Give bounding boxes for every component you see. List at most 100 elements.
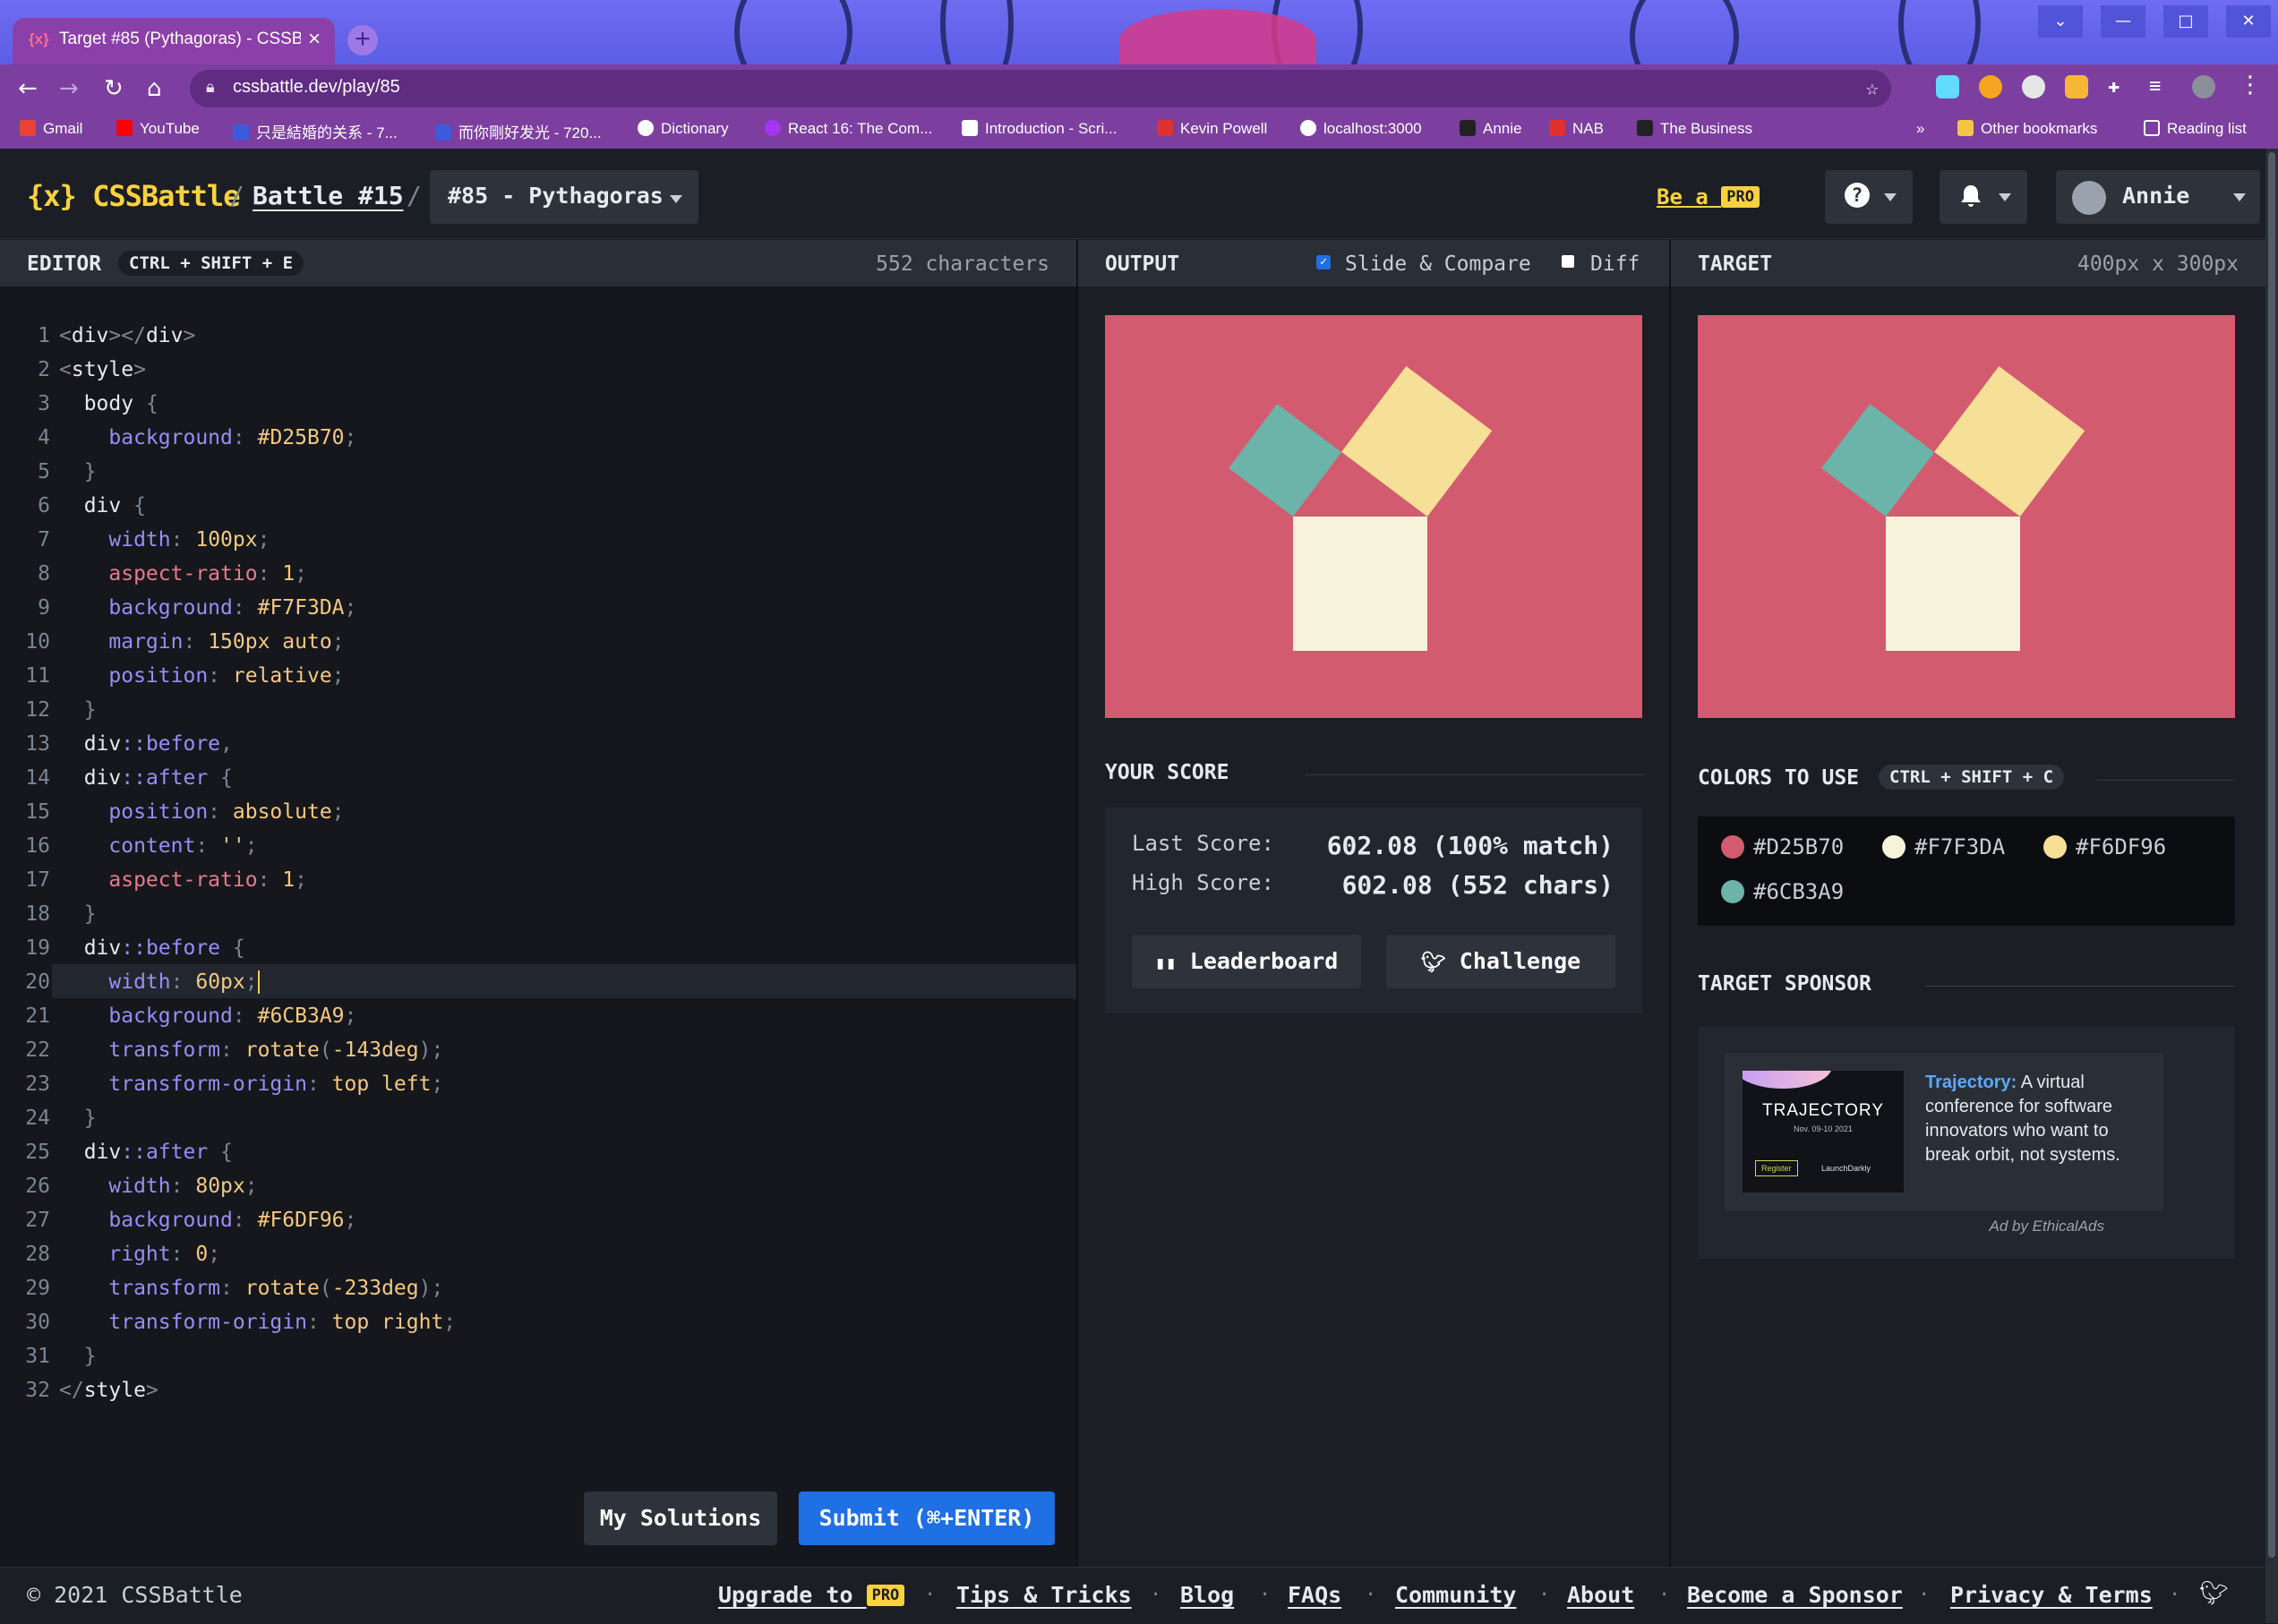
line-number: 26 bbox=[25, 1175, 50, 1198]
reading-list-button[interactable]: Reading list bbox=[2144, 120, 2247, 138]
bell-icon bbox=[1961, 185, 1981, 207]
target-extension-icon[interactable] bbox=[2022, 75, 2045, 98]
score-box: Last Score: 602.08 (100% match) High Sco… bbox=[1105, 808, 1642, 1013]
code-line: } bbox=[83, 902, 97, 926]
bookmark-other-bookmarks[interactable]: Other bookmarks bbox=[1957, 120, 2097, 138]
bookmark-gmail[interactable]: Gmail bbox=[20, 120, 82, 138]
footer-community-link[interactable]: Community bbox=[1395, 1582, 1516, 1608]
code-line: background: #F7F3DA; bbox=[108, 596, 357, 620]
diff-checkbox[interactable] bbox=[1562, 255, 1574, 268]
line-number: 19 bbox=[25, 936, 50, 960]
browser-tab-active[interactable]: {x} Target #85 (Pythagoras) - CSSBattle … bbox=[13, 18, 335, 64]
submit-button[interactable]: Submit (⌘+ENTER) bbox=[799, 1492, 1055, 1545]
bookmark-youtube[interactable]: YouTube bbox=[116, 120, 200, 138]
color-swatch[interactable]: #6CB3A9 bbox=[1721, 879, 1844, 904]
line-number: 32 bbox=[25, 1379, 50, 1402]
bookmark-introduction[interactable]: Introduction - Scri... bbox=[962, 120, 1117, 138]
footer-upgrade-link[interactable]: Upgrade to PRO bbox=[718, 1582, 905, 1608]
user-menu-button[interactable]: Annie bbox=[2056, 170, 2260, 224]
bookmark-the-business[interactable]: The Business bbox=[1637, 120, 1752, 138]
cssbattle-logo[interactable]: {x} CSSBattle bbox=[27, 179, 240, 213]
breadcrumb-separator: / bbox=[229, 181, 244, 210]
bookmark-kevin-powell[interactable]: Kevin Powell bbox=[1157, 120, 1267, 138]
code-line: transform: rotate(-233deg); bbox=[108, 1277, 444, 1300]
minimize-window-button[interactable]: — bbox=[2101, 5, 2145, 38]
line-number: 6 bbox=[38, 494, 50, 517]
bookmark-star-icon[interactable]: ☆ bbox=[1866, 75, 1879, 100]
bookmark-annie[interactable]: Annie bbox=[1460, 120, 1521, 138]
home-icon[interactable]: ⌂ bbox=[147, 75, 162, 102]
target-cream-square bbox=[1886, 517, 2020, 651]
new-tab-button[interactable]: + bbox=[347, 25, 378, 56]
logo-wordmark: CSSBattle bbox=[92, 179, 240, 213]
code-line: <div></div> bbox=[59, 324, 196, 347]
footer-sponsor-link[interactable]: Become a Sponsor bbox=[1687, 1582, 1903, 1608]
line-number: 13 bbox=[25, 732, 50, 756]
user-name: Annie bbox=[2122, 183, 2190, 209]
footer-privacy-link[interactable]: Privacy & Terms bbox=[1950, 1582, 2153, 1608]
target-size: 400px x 300px bbox=[2077, 252, 2239, 276]
maximize-window-button[interactable]: □ bbox=[2163, 5, 2208, 38]
be-a-pro-link[interactable]: Be a PRO bbox=[1657, 184, 1760, 209]
diff-label[interactable]: Diff bbox=[1590, 252, 1640, 276]
color-swatch[interactable]: #D25B70 bbox=[1721, 834, 1844, 859]
ad-attribution-link[interactable]: Ad by EthicalAds bbox=[1989, 1218, 2104, 1235]
slide-compare-label[interactable]: Slide & Compare bbox=[1345, 252, 1531, 276]
target-canvas[interactable] bbox=[1698, 315, 2235, 718]
slide-compare-checkbox[interactable]: ✓ bbox=[1316, 255, 1331, 269]
forward-icon[interactable]: → bbox=[59, 75, 79, 102]
close-window-button[interactable]: ✕ bbox=[2226, 5, 2271, 38]
bookmark-localhost[interactable]: localhost:3000 bbox=[1300, 120, 1422, 138]
code-editor[interactable]: 1 2 3 4 5 6 7 8 9 10 11 12 13 14 15 16 17 18 19 20 21 22 23 24 2… bbox=[0, 286, 1076, 1567]
bookmark-shine[interactable]: 而你剛好发光 - 720... bbox=[435, 120, 602, 142]
line-number: 20 bbox=[25, 970, 50, 994]
scrollbar-thumb[interactable] bbox=[2268, 152, 2275, 1558]
close-tab-icon[interactable]: × bbox=[308, 27, 321, 52]
line-number: 31 bbox=[25, 1345, 50, 1368]
notifications-button[interactable] bbox=[1940, 170, 2027, 224]
divider bbox=[1925, 986, 2235, 987]
line-number: 23 bbox=[25, 1073, 50, 1096]
bookmark-marriage[interactable]: 只是結婚的关系 - 7... bbox=[233, 120, 398, 142]
chevron-down-icon bbox=[1884, 193, 1897, 201]
sponsor-ad-image[interactable]: TRAJECTORY Nov. 09-10 2021 Register Laun… bbox=[1743, 1071, 1904, 1192]
twitter-icon[interactable]: 🐦︎ bbox=[2199, 1580, 2229, 1607]
bookmark-dictionary[interactable]: Dictionary bbox=[638, 120, 729, 138]
footer-tips-link[interactable]: Tips & Tricks bbox=[956, 1582, 1132, 1608]
url-text: cssbattle.dev/play/85 bbox=[233, 77, 400, 97]
profile-avatar-icon[interactable] bbox=[2192, 75, 2215, 98]
code-line: div::before { bbox=[83, 936, 245, 960]
twitter-icon: 🐦︎ bbox=[1420, 952, 1446, 974]
reload-icon[interactable]: ↻ bbox=[104, 75, 124, 102]
bookmark-nab[interactable]: NAB bbox=[1549, 120, 1604, 138]
breadcrumb-battle-link[interactable]: Battle #15 bbox=[253, 181, 404, 210]
extensions-puzzle-icon[interactable]: ✚ bbox=[2108, 75, 2131, 98]
address-bar[interactable]: 🔒︎ cssbattle.dev/play/85 ☆ bbox=[190, 70, 1891, 107]
help-button[interactable]: ? bbox=[1825, 170, 1913, 224]
bookmark-react[interactable]: React 16: The Com... bbox=[765, 120, 932, 138]
media-control-icon[interactable]: ≡ bbox=[2149, 75, 2172, 98]
target-select-dropdown[interactable]: #85 - Pythagoras bbox=[430, 170, 698, 224]
bookmarks-overflow-button[interactable]: » bbox=[1916, 120, 1924, 138]
react-devtools-extension-icon[interactable] bbox=[1936, 75, 1959, 98]
my-solutions-button[interactable]: My Solutions bbox=[584, 1492, 777, 1545]
output-canvas[interactable] bbox=[1105, 315, 1642, 718]
tab-search-icon[interactable]: ⌄ bbox=[2038, 5, 2083, 38]
back-icon[interactable]: ← bbox=[18, 75, 38, 102]
color-picker-extension-icon[interactable] bbox=[1979, 75, 2002, 98]
footer-blog-link[interactable]: Blog bbox=[1180, 1582, 1234, 1608]
sponsor-ad[interactable]: TRAJECTORY Nov. 09-10 2021 Register Laun… bbox=[1725, 1053, 2163, 1210]
line-number: 4 bbox=[38, 426, 50, 449]
browser-menu-icon[interactable]: ⋮ bbox=[2239, 72, 2262, 98]
leaderboard-button[interactable]: ▮▮ Leaderboard bbox=[1132, 935, 1361, 988]
sponsor-ad-text[interactable]: Trajectory: A virtual conference for sof… bbox=[1925, 1071, 2149, 1167]
line-number: 18 bbox=[25, 902, 50, 926]
footer-faqs-link[interactable]: FAQs bbox=[1288, 1582, 1341, 1608]
image-extension-icon[interactable] bbox=[2065, 75, 2088, 98]
color-swatch[interactable]: #F6DF96 bbox=[2043, 834, 2166, 859]
challenge-button[interactable]: 🐦︎ Challenge bbox=[1386, 935, 1615, 988]
ad-image-date: Nov. 09-10 2021 bbox=[1794, 1124, 1853, 1133]
color-swatch[interactable]: #F7F3DA bbox=[1882, 834, 2005, 859]
code-line: } bbox=[83, 1345, 97, 1368]
footer-about-link[interactable]: About bbox=[1567, 1582, 1634, 1608]
